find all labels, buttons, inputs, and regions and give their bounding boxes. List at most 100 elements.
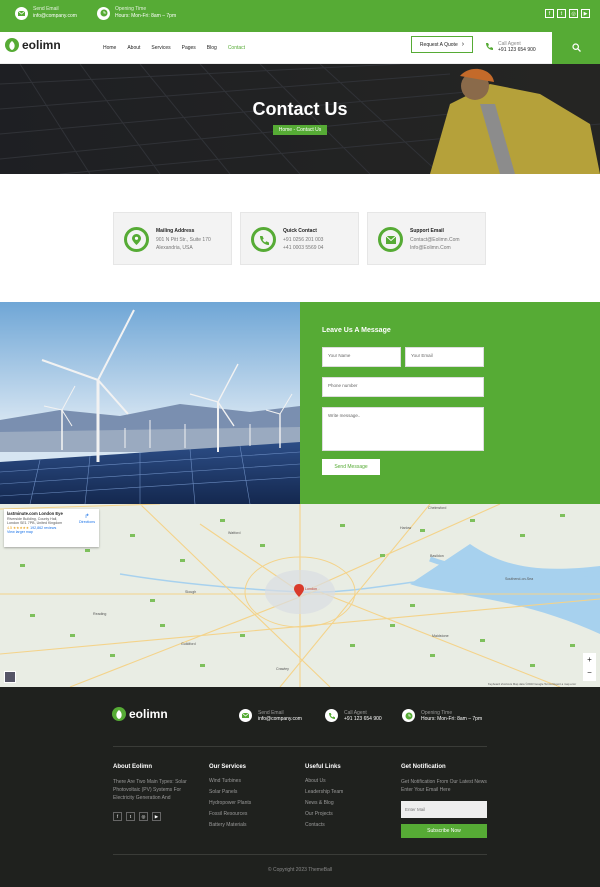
menu-blog[interactable]: Blog (207, 45, 217, 51)
twitter-icon[interactable]: t (126, 812, 135, 821)
logo[interactable]: eolimn (5, 38, 61, 52)
footer-link[interactable]: Contacts (305, 822, 343, 828)
map-type-toggle[interactable] (4, 671, 16, 683)
wind-solar-image (0, 302, 300, 504)
footer-service-link[interactable]: Solar Panels (209, 789, 251, 795)
card-line: Alexandria, USA (156, 245, 193, 251)
newsletter-email-input[interactable]: Enter Mail (401, 801, 487, 818)
card-title: Support Email (410, 228, 444, 234)
footer-hours-value: Hours: Mon-Fri: 8am – 7pm (421, 715, 483, 722)
card-line[interactable]: Info@Eolimn.Com (410, 245, 451, 251)
map-label: Reading (93, 612, 107, 616)
topbar-email-value: info@company.com (33, 13, 77, 19)
phone-icon (251, 227, 276, 252)
footer-email[interactable]: Send Email info@company.com (239, 709, 302, 722)
map-label: Watford (228, 531, 241, 535)
mail-icon (378, 227, 403, 252)
youtube-icon[interactable]: ▶ (581, 9, 590, 18)
topbar-hours-label: Opening Time (115, 6, 147, 12)
menu: Home About Services Pages Blog Contact (103, 45, 245, 51)
footer-service-link[interactable]: Hydropower Plants (209, 800, 251, 806)
clock-icon (402, 709, 415, 722)
phone-input[interactable]: Phone number (322, 377, 484, 397)
menu-contact[interactable]: Contact (228, 45, 245, 51)
map-label: Maidstone (432, 634, 449, 638)
footer-logo-text: eolimn (129, 707, 168, 721)
google-map[interactable]: Watford Harlow Chelmsford Southend-on-Se… (0, 504, 600, 687)
menu-pages[interactable]: Pages (182, 45, 196, 51)
message-textarea[interactable]: Write message.. (322, 407, 484, 451)
facebook-icon[interactable]: f (545, 9, 554, 18)
instagram-icon[interactable]: ◎ (139, 812, 148, 821)
footer-about-text: There Are Two Main Types: Solar Photovol… (113, 779, 187, 801)
page-title: Contact Us (252, 99, 348, 119)
send-message-button[interactable]: Send Message (322, 459, 380, 475)
phone-icon (325, 709, 338, 722)
map-label: Crawley (276, 667, 289, 671)
card-quick-contact: Quick Contact +91 0256 201 003 +41 0003 … (240, 212, 359, 265)
menu-services[interactable]: Services (151, 45, 170, 51)
email-input[interactable]: Your Email (405, 347, 484, 367)
map-address: Riverside Building, County Hall, London … (7, 516, 63, 526)
footer-service-link[interactable]: Fossil Resources (209, 811, 251, 817)
mail-icon (15, 6, 28, 20)
card-line[interactable]: Contact@Eolimn.Com (410, 237, 460, 243)
leaf-logo-icon (112, 707, 126, 721)
search-button[interactable] (552, 32, 600, 64)
card-line[interactable]: +91 0256 201 003 (283, 237, 323, 243)
instagram-icon[interactable]: ◎ (569, 9, 578, 18)
map-rating: 4.5 ★★★★★ 192,862 reviews (7, 525, 57, 530)
call-agent[interactable]: Call Agent +91 123 654 900 (485, 41, 536, 53)
footer-link[interactable]: News & Blog (305, 800, 343, 806)
map-label: Slough (185, 590, 197, 594)
footer-logo[interactable]: eolimn (112, 707, 168, 721)
footer-service-link[interactable]: Wind Turbines (209, 778, 251, 784)
zoom-out-button[interactable]: − (583, 666, 596, 679)
map-place-card: lastminute.com London Eye Riverside Buil… (4, 509, 99, 547)
footer-link[interactable]: Leadership Team (305, 789, 343, 795)
leaf-logo-icon (5, 38, 19, 52)
request-quote-button[interactable]: Request A Quote › (411, 36, 473, 53)
footer-services: Our Services Wind Turbines Solar Panels … (209, 764, 251, 833)
subscribe-button[interactable]: Subscribe Now (401, 824, 487, 838)
footer: eolimn Send Email info@company.com Call A… (0, 687, 600, 887)
logo-text: eolimn (22, 38, 61, 52)
footer-agent[interactable]: Call Agent +91 123 654 900 (325, 709, 382, 722)
hero-banner: Contact Us Home - Contact Us (0, 64, 600, 174)
topbar-email-label: Send Email (33, 6, 59, 12)
map-zoom-controls: + − (583, 653, 596, 681)
menu-about[interactable]: About (127, 45, 140, 51)
footer-link[interactable]: Our Projects (305, 811, 343, 817)
breadcrumb[interactable]: Home - Contact Us (273, 125, 327, 135)
contact-cards: Mailing Address 901 N Pitt Str., Suite 1… (113, 212, 486, 265)
map-label: Chelmsford (428, 506, 447, 510)
footer-link[interactable]: About Us (305, 778, 343, 784)
map-attribution[interactable]: Keyboard shortcuts Map data ©2023 Google… (488, 682, 576, 686)
phone-icon (485, 42, 493, 52)
youtube-icon[interactable]: ▶ (152, 812, 161, 821)
search-icon (571, 39, 581, 57)
card-line[interactable]: +41 0003 5569 04 (283, 245, 323, 251)
top-bar: Send Email info@company.com Opening Time H… (0, 0, 600, 32)
footer-useful-links: Useful Links About Us Leadership Team Ne… (305, 764, 343, 833)
map-label: Southend-on-Sea (505, 577, 534, 581)
zoom-in-button[interactable]: + (583, 653, 596, 666)
footer-email-value: info@company.com (258, 715, 302, 722)
directions-button[interactable]: ↱ Directions (79, 514, 95, 524)
message-section: Leave Us A Message Your Name Your Email … (0, 302, 600, 504)
twitter-icon[interactable]: t (557, 9, 566, 18)
footer-divider (113, 854, 487, 855)
main-nav: eolimn Home About Services Pages Blog Co… (0, 32, 600, 64)
footer-links-title: Useful Links (305, 764, 341, 770)
clock-icon (97, 6, 110, 20)
footer-notif-text: Get Notification From Our Latest News En… (401, 779, 487, 793)
facebook-icon[interactable]: f (113, 812, 122, 821)
name-input[interactable]: Your Name (322, 347, 401, 367)
map-label: Basildon (430, 554, 444, 558)
footer-service-link[interactable]: Battery Materials (209, 822, 251, 828)
footer-notif-title: Get Notification (401, 764, 446, 770)
view-larger-map-link[interactable]: View larger map (7, 530, 96, 535)
menu-home[interactable]: Home (103, 45, 116, 51)
topbar-email[interactable]: Send Email info@company.com (15, 6, 77, 20)
footer-services-title: Our Services (209, 764, 247, 770)
